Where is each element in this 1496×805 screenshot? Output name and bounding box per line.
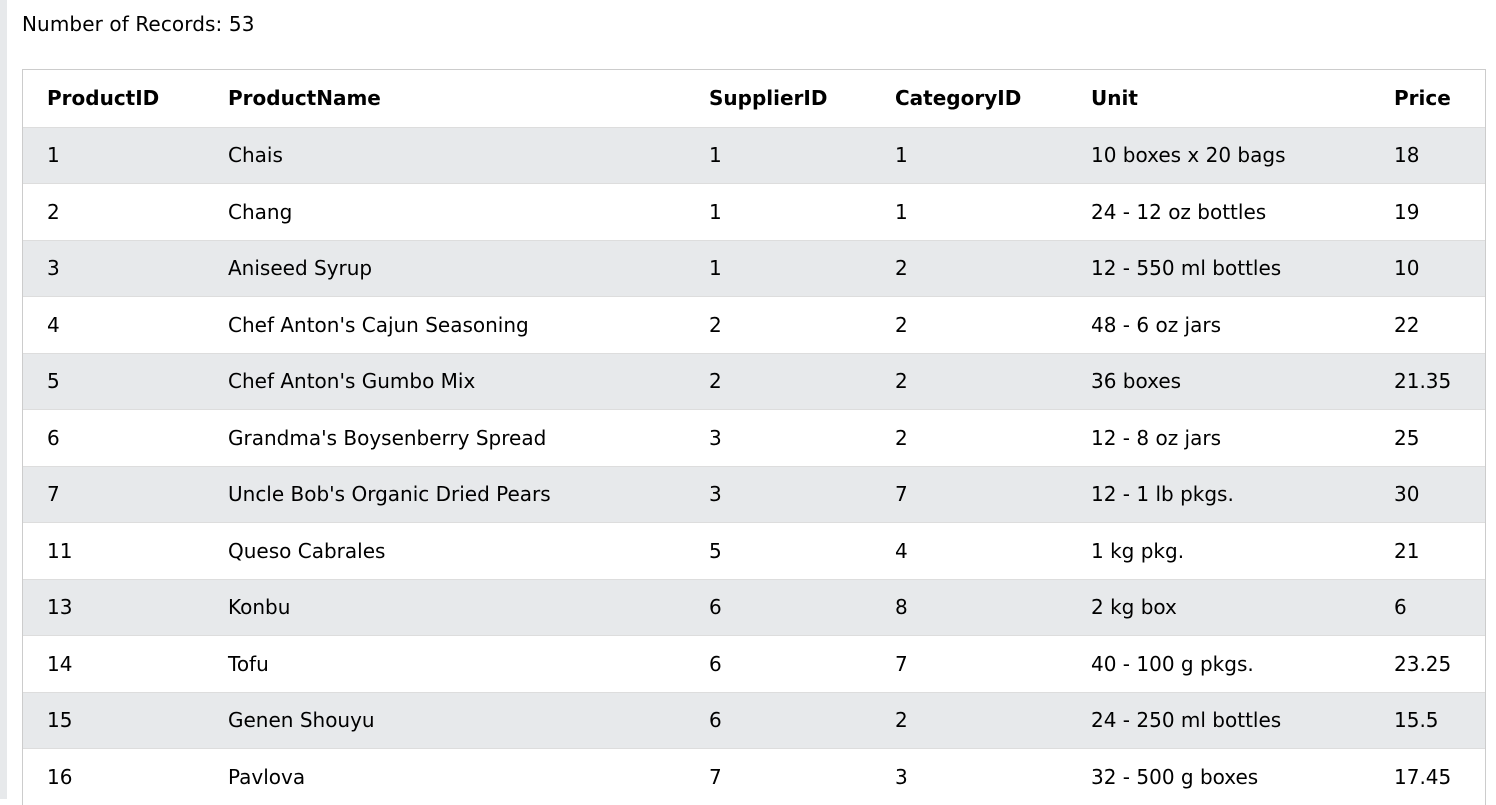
- table-header-row: ProductID ProductName SupplierID Categor…: [23, 70, 1485, 127]
- cell-price: 18: [1370, 127, 1485, 184]
- cell-supplierid: 3: [685, 410, 871, 467]
- cell-price: 17.45: [1370, 749, 1485, 805]
- cell-categoryid: 2: [871, 692, 1067, 749]
- table-row: 1Chais1110 boxes x 20 bags18: [23, 127, 1485, 184]
- cell-unit: 40 - 100 g pkgs.: [1067, 636, 1370, 693]
- table-row: 5Chef Anton's Gumbo Mix2236 boxes21.35: [23, 353, 1485, 410]
- cell-unit: 48 - 6 oz jars: [1067, 297, 1370, 354]
- column-header-productid: ProductID: [23, 70, 204, 127]
- records-count-line: Number of Records: 53: [22, 10, 255, 38]
- cell-supplierid: 1: [685, 184, 871, 241]
- cell-unit: 24 - 12 oz bottles: [1067, 184, 1370, 241]
- cell-categoryid: 7: [871, 636, 1067, 693]
- table-row: 13Konbu682 kg box6: [23, 579, 1485, 636]
- cell-price: 19: [1370, 184, 1485, 241]
- cell-price: 10: [1370, 240, 1485, 297]
- cell-categoryid: 2: [871, 297, 1067, 354]
- table-row: 7Uncle Bob's Organic Dried Pears3712 - 1…: [23, 466, 1485, 523]
- cell-productid: 15: [23, 692, 204, 749]
- cell-supplierid: 3: [685, 466, 871, 523]
- column-header-price: Price: [1370, 70, 1485, 127]
- left-edge-strip: [0, 0, 7, 799]
- cell-unit: 2 kg box: [1067, 579, 1370, 636]
- cell-unit: 24 - 250 ml bottles: [1067, 692, 1370, 749]
- cell-unit: 12 - 1 lb pkgs.: [1067, 466, 1370, 523]
- cell-productname: Tofu: [204, 636, 685, 693]
- cell-price: 21: [1370, 523, 1485, 580]
- cell-productname: Chef Anton's Cajun Seasoning: [204, 297, 685, 354]
- cell-unit: 32 - 500 g boxes: [1067, 749, 1370, 805]
- cell-productid: 1: [23, 127, 204, 184]
- cell-productid: 6: [23, 410, 204, 467]
- cell-categoryid: 2: [871, 410, 1067, 467]
- cell-productid: 4: [23, 297, 204, 354]
- cell-productname: Grandma's Boysenberry Spread: [204, 410, 685, 467]
- cell-productname: Konbu: [204, 579, 685, 636]
- table-row: 2Chang1124 - 12 oz bottles19: [23, 184, 1485, 241]
- cell-unit: 10 boxes x 20 bags: [1067, 127, 1370, 184]
- records-label: Number of Records:: [22, 12, 222, 36]
- table-row: 4Chef Anton's Cajun Seasoning2248 - 6 oz…: [23, 297, 1485, 354]
- table-row: 3Aniseed Syrup1212 - 550 ml bottles10: [23, 240, 1485, 297]
- cell-productname: Chang: [204, 184, 685, 241]
- cell-unit: 1 kg pkg.: [1067, 523, 1370, 580]
- cell-productname: Chef Anton's Gumbo Mix: [204, 353, 685, 410]
- cell-price: 6: [1370, 579, 1485, 636]
- cell-categoryid: 4: [871, 523, 1067, 580]
- cell-supplierid: 1: [685, 127, 871, 184]
- cell-productid: 7: [23, 466, 204, 523]
- cell-supplierid: 2: [685, 353, 871, 410]
- table-row: 6Grandma's Boysenberry Spread3212 - 8 oz…: [23, 410, 1485, 467]
- cell-unit: 12 - 550 ml bottles: [1067, 240, 1370, 297]
- cell-productname: Genen Shouyu: [204, 692, 685, 749]
- cell-productname: Uncle Bob's Organic Dried Pears: [204, 466, 685, 523]
- cell-supplierid: 6: [685, 636, 871, 693]
- cell-supplierid: 5: [685, 523, 871, 580]
- cell-categoryid: 2: [871, 353, 1067, 410]
- cell-productid: 13: [23, 579, 204, 636]
- column-header-productname: ProductName: [204, 70, 685, 127]
- cell-unit: 12 - 8 oz jars: [1067, 410, 1370, 467]
- cell-productid: 3: [23, 240, 204, 297]
- cell-supplierid: 1: [685, 240, 871, 297]
- cell-price: 15.5: [1370, 692, 1485, 749]
- cell-categoryid: 7: [871, 466, 1067, 523]
- cell-price: 22: [1370, 297, 1485, 354]
- cell-productname: Pavlova: [204, 749, 685, 805]
- cell-productname: Queso Cabrales: [204, 523, 685, 580]
- cell-price: 25: [1370, 410, 1485, 467]
- cell-price: 21.35: [1370, 353, 1485, 410]
- table-row: 15Genen Shouyu6224 - 250 ml bottles15.5: [23, 692, 1485, 749]
- table-row: 11Queso Cabrales541 kg pkg.21: [23, 523, 1485, 580]
- cell-categoryid: 3: [871, 749, 1067, 805]
- cell-supplierid: 6: [685, 692, 871, 749]
- cell-supplierid: 2: [685, 297, 871, 354]
- cell-productid: 14: [23, 636, 204, 693]
- cell-supplierid: 6: [685, 579, 871, 636]
- column-header-unit: Unit: [1067, 70, 1370, 127]
- cell-productid: 11: [23, 523, 204, 580]
- cell-categoryid: 8: [871, 579, 1067, 636]
- cell-supplierid: 7: [685, 749, 871, 805]
- table-body: 1Chais1110 boxes x 20 bags182Chang1124 -…: [23, 127, 1485, 805]
- cell-price: 23.25: [1370, 636, 1485, 693]
- cell-categoryid: 2: [871, 240, 1067, 297]
- column-header-supplierid: SupplierID: [685, 70, 871, 127]
- table-row: 14Tofu6740 - 100 g pkgs.23.25: [23, 636, 1485, 693]
- cell-productname: Aniseed Syrup: [204, 240, 685, 297]
- cell-productid: 16: [23, 749, 204, 805]
- results-table: ProductID ProductName SupplierID Categor…: [23, 70, 1485, 805]
- cell-price: 30: [1370, 466, 1485, 523]
- cell-productname: Chais: [204, 127, 685, 184]
- cell-unit: 36 boxes: [1067, 353, 1370, 410]
- cell-categoryid: 1: [871, 184, 1067, 241]
- results-table-container: ProductID ProductName SupplierID Categor…: [22, 69, 1486, 805]
- cell-productid: 2: [23, 184, 204, 241]
- records-count: 53: [229, 12, 255, 36]
- table-row: 16Pavlova7332 - 500 g boxes17.45: [23, 749, 1485, 805]
- cell-categoryid: 1: [871, 127, 1067, 184]
- column-header-categoryid: CategoryID: [871, 70, 1067, 127]
- cell-productid: 5: [23, 353, 204, 410]
